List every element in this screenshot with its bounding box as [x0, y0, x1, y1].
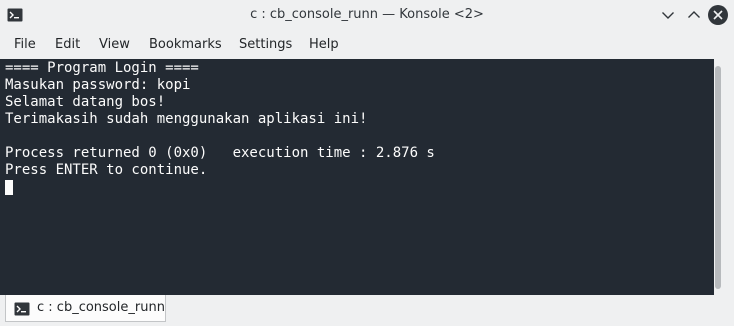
menu-bar: File Edit View Bookmarks Settings Help — [0, 33, 734, 57]
menu-bookmarks[interactable]: Bookmarks — [149, 37, 222, 52]
close-button[interactable] — [707, 4, 729, 26]
chevron-up-icon — [688, 11, 700, 18]
terminal-line: Terimakasih sudah menggunakan aplikasi i… — [5, 111, 368, 127]
terminal-line: Press ENTER to continue. — [5, 162, 208, 178]
scrollbar-thumb[interactable] — [715, 66, 721, 289]
tab-session[interactable]: c : cb_console_runn — [5, 295, 166, 322]
minimize-button[interactable] — [658, 5, 678, 25]
terminal-line: Process returned 0 (0x0) execution time … — [5, 145, 435, 161]
chevron-down-icon — [662, 12, 674, 19]
menu-file[interactable]: File — [14, 37, 36, 52]
menu-settings[interactable]: Settings — [239, 37, 292, 52]
title-bar[interactable]: c : cb_console_runn — Konsole <2> — [0, 0, 734, 30]
menu-help[interactable]: Help — [309, 37, 339, 52]
text-cursor — [5, 180, 13, 195]
terminal-area[interactable]: ==== Program Login ==== Masukan password… — [0, 59, 714, 295]
terminal-line: ==== Program Login ==== — [5, 60, 199, 76]
close-icon — [708, 5, 728, 25]
terminal-icon — [14, 301, 30, 316]
window-title: c : cb_console_runn — Konsole <2> — [250, 7, 484, 22]
tab-label: c : cb_console_runn — [37, 300, 165, 315]
konsole-window: c : cb_console_runn — Konsole <2> File E… — [0, 0, 734, 326]
terminal-line: Selamat datang bos! — [5, 94, 166, 110]
terminal-line: Masukan password: kopi — [5, 77, 191, 93]
maximize-button[interactable] — [684, 5, 704, 25]
menu-view[interactable]: View — [99, 37, 130, 52]
tab-bar: c : cb_console_runn — [0, 295, 734, 326]
menu-edit[interactable]: Edit — [55, 37, 80, 52]
